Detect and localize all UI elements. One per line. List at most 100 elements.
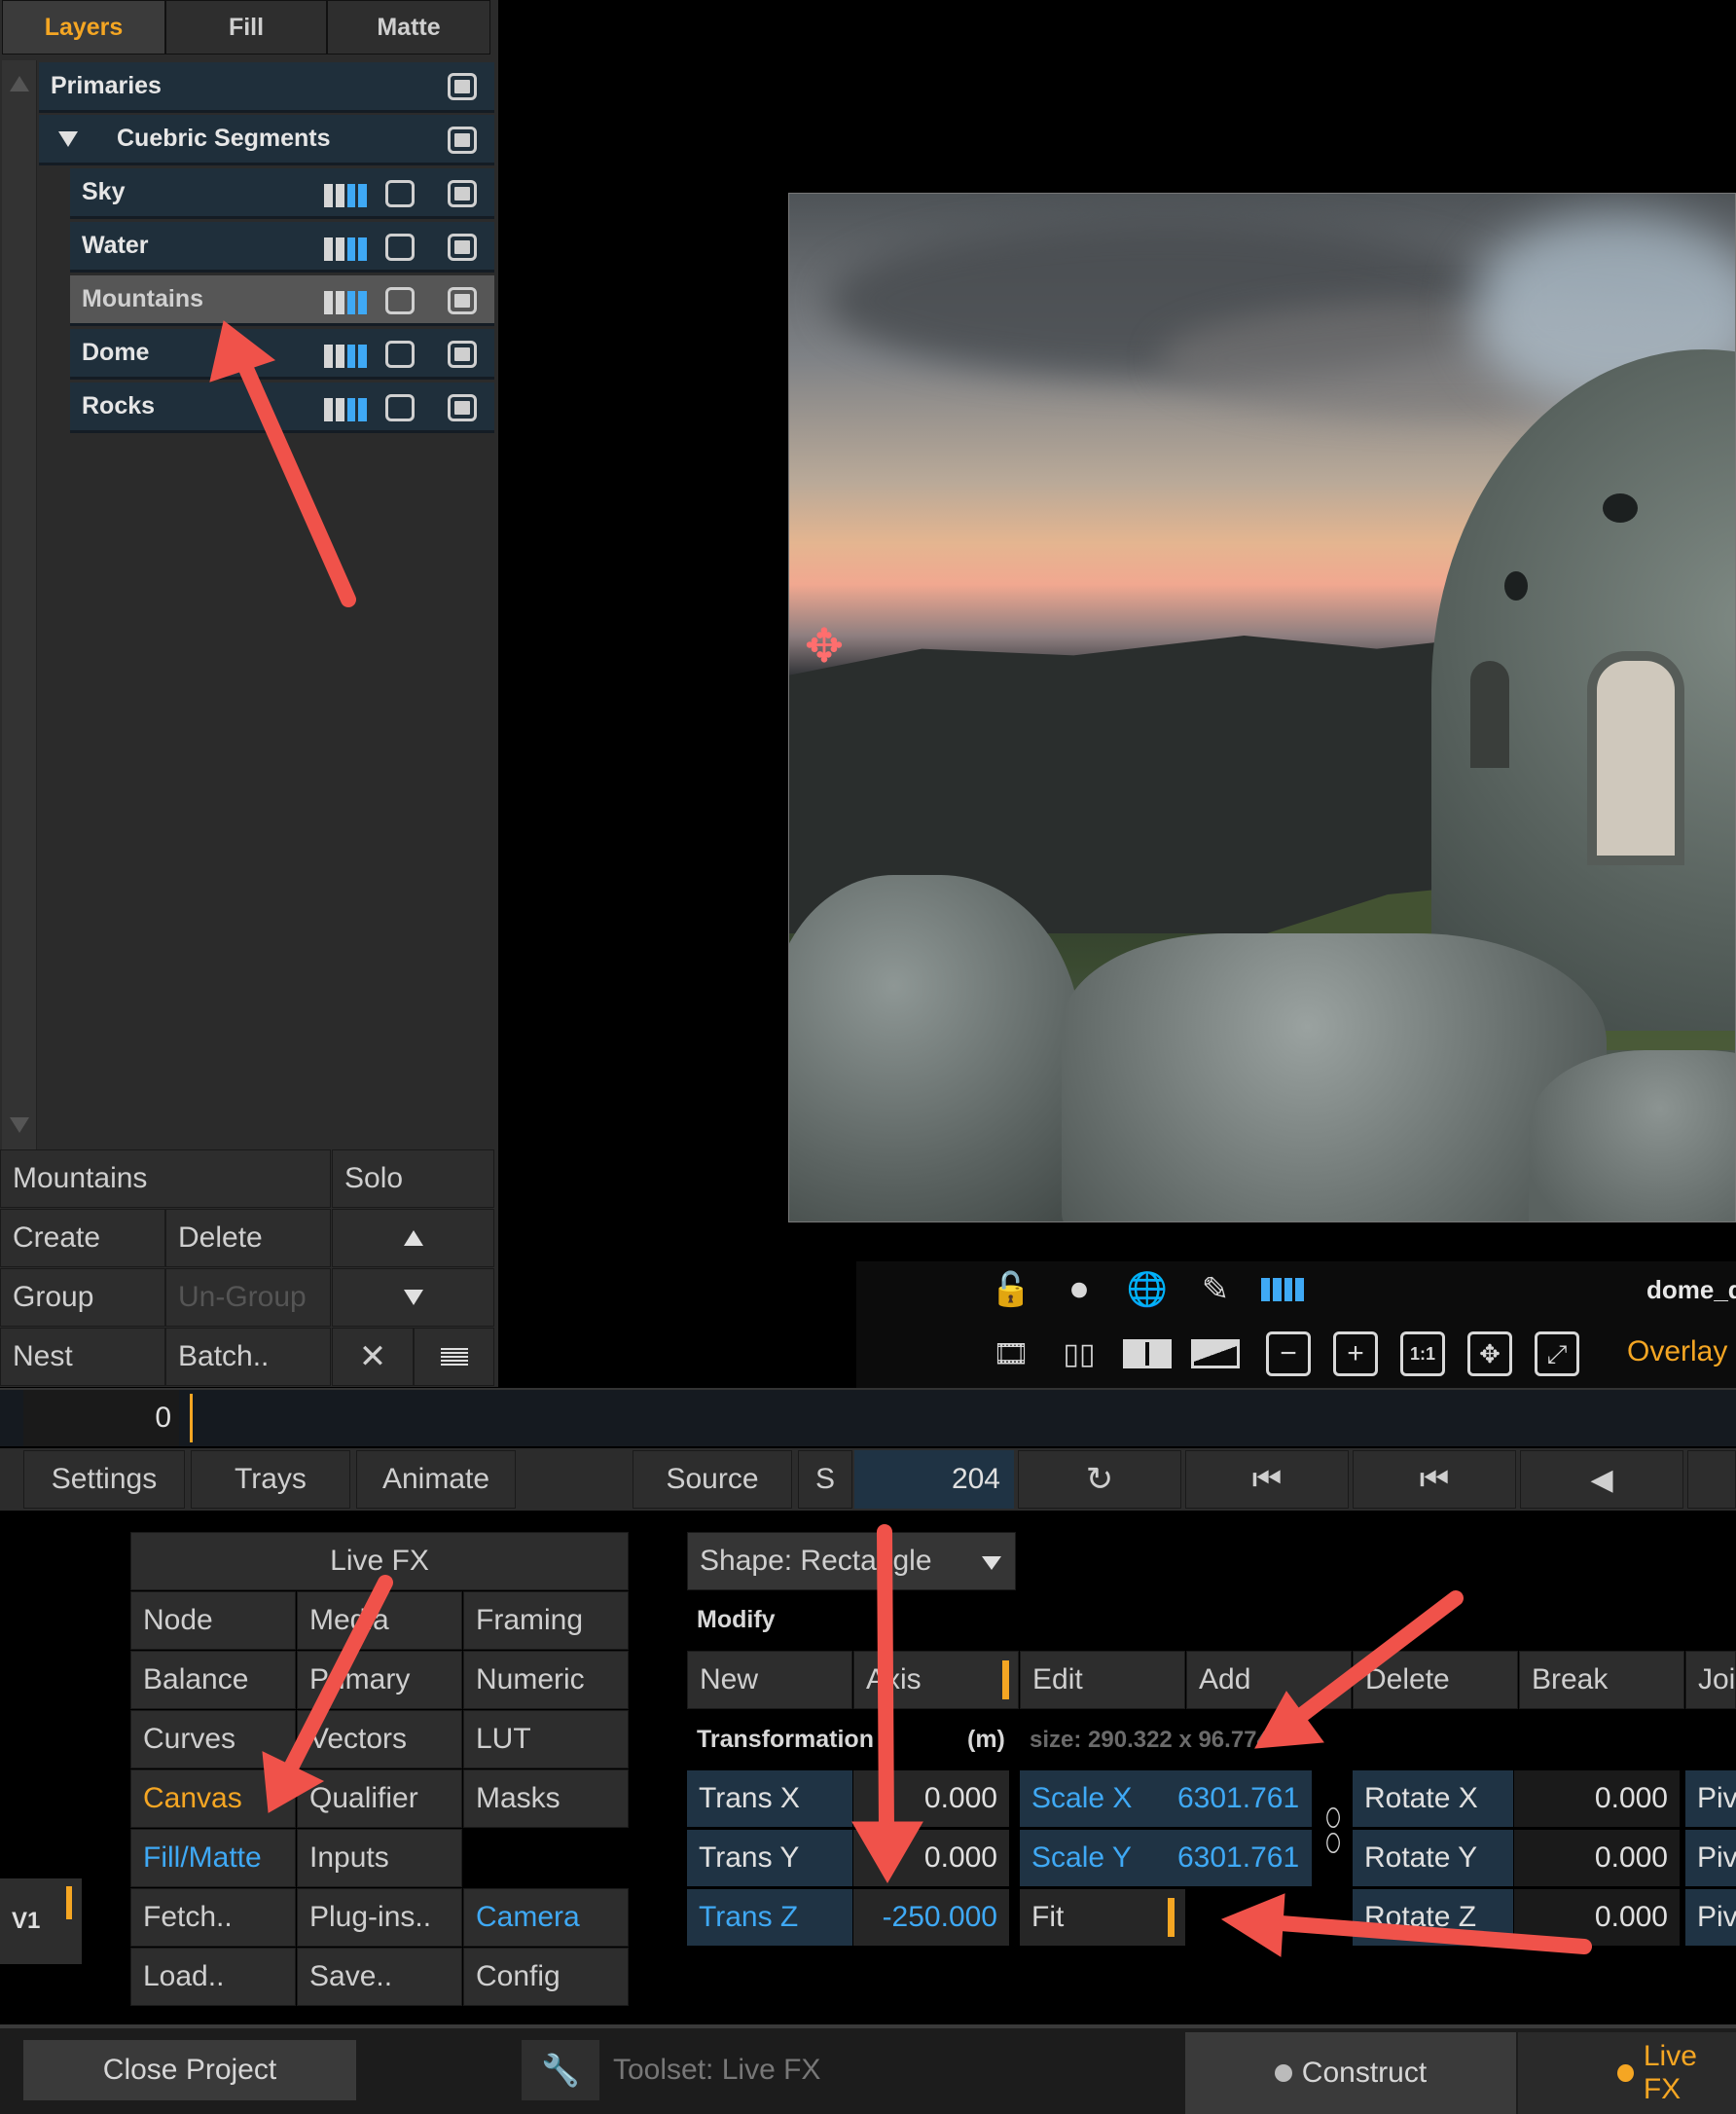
- dual-filmstrip-icon[interactable]: ▯▯: [1055, 1330, 1103, 1378]
- fit-view-icon[interactable]: ✥: [1465, 1330, 1514, 1378]
- trans-y-field[interactable]: 0.000: [853, 1830, 1009, 1886]
- menu-save[interactable]: Save..: [297, 1948, 462, 2006]
- menu-lut[interactable]: LUT: [463, 1710, 629, 1768]
- trans-x-field[interactable]: 0.000: [853, 1770, 1009, 1827]
- scale-y-field[interactable]: 6301.761: [1175, 1830, 1312, 1886]
- move-cursor-icon[interactable]: ✥: [799, 622, 850, 673]
- batch-button[interactable]: Batch..: [165, 1328, 331, 1386]
- menu-media[interactable]: Media: [297, 1591, 462, 1650]
- go-to-start-button[interactable]: ⏮: [1185, 1450, 1349, 1509]
- menu-framing[interactable]: Framing: [463, 1591, 629, 1650]
- matte-toggle[interactable]: [385, 234, 415, 261]
- layer-visibility-toggle[interactable]: [448, 234, 477, 261]
- menu-vectors[interactable]: Vectors: [297, 1710, 462, 1768]
- fit-button[interactable]: Fit: [1020, 1889, 1185, 1946]
- menu-qualifier[interactable]: Qualifier: [297, 1769, 462, 1828]
- shape-new-button[interactable]: New: [687, 1651, 852, 1709]
- play-reverse-button[interactable]: ◀: [1520, 1450, 1683, 1509]
- ungroup-button[interactable]: Un-Group: [165, 1268, 331, 1327]
- layer-dome[interactable]: Dome: [70, 329, 494, 380]
- menu-camera[interactable]: Camera: [463, 1888, 629, 1947]
- filmstrip-icon[interactable]: 🎞: [987, 1330, 1035, 1378]
- close-project-button[interactable]: Close Project: [23, 2040, 356, 2100]
- menu-node[interactable]: Node: [130, 1591, 296, 1650]
- layer-visibility-toggle[interactable]: [448, 341, 477, 368]
- prev-frame-button[interactable]: ⏮: [1353, 1450, 1516, 1509]
- globe-icon[interactable]: 🌐: [1123, 1265, 1172, 1314]
- layer-visibility-toggle[interactable]: [448, 180, 477, 207]
- tab-fill[interactable]: Fill: [165, 0, 327, 55]
- channel-bars-icon[interactable]: [324, 345, 367, 368]
- channel-bars-icon[interactable]: [324, 291, 367, 314]
- shape-dropdown[interactable]: Shape: Rectangle: [687, 1532, 1016, 1590]
- channel-bars-icon[interactable]: [324, 184, 367, 207]
- layer-mountains[interactable]: Mountains: [70, 275, 494, 326]
- rotate-y-field[interactable]: 0.000: [1514, 1830, 1680, 1886]
- layer-visibility-toggle[interactable]: [448, 287, 477, 314]
- shape-add-button[interactable]: Add: [1186, 1651, 1352, 1709]
- menu-curves[interactable]: Curves: [130, 1710, 296, 1768]
- shape-axis-button[interactable]: Axis: [853, 1651, 1019, 1709]
- animate-button[interactable]: Animate: [356, 1450, 516, 1509]
- trans-z-field[interactable]: -250.000: [853, 1889, 1009, 1946]
- menu-plugins[interactable]: Plug-ins..: [297, 1888, 462, 1947]
- menu-primary[interactable]: Primary: [297, 1651, 462, 1709]
- overlay-button[interactable]: Overlay: [1627, 1335, 1727, 1368]
- tab-layers[interactable]: Layers: [2, 0, 165, 55]
- construct-tab[interactable]: Construct: [1185, 2032, 1516, 2114]
- layer-visibility-toggle[interactable]: [448, 127, 477, 154]
- s-button[interactable]: S: [798, 1450, 852, 1509]
- layer-visibility-toggle[interactable]: [448, 73, 477, 100]
- list-menu-button[interactable]: [414, 1328, 494, 1386]
- settings-button[interactable]: Settings: [23, 1450, 185, 1509]
- rotate-x-field[interactable]: 0.000: [1514, 1770, 1680, 1827]
- transport-more[interactable]: [1687, 1450, 1736, 1509]
- loop-button[interactable]: ↻: [1018, 1450, 1181, 1509]
- menu-balance[interactable]: Balance: [130, 1651, 296, 1709]
- menu-fill-matte[interactable]: Fill/Matte: [130, 1829, 296, 1887]
- fullscreen-icon[interactable]: ⤢: [1533, 1330, 1581, 1378]
- zoom-out-icon[interactable]: −: [1264, 1330, 1313, 1378]
- layer-group-cuebric[interactable]: Cuebric Segments: [39, 115, 494, 165]
- scroll-down-icon[interactable]: [10, 1117, 29, 1133]
- channel-bars-icon[interactable]: [324, 237, 367, 261]
- layer-visibility-toggle[interactable]: [448, 394, 477, 421]
- layer-water[interactable]: Water: [70, 222, 494, 273]
- tab-matte[interactable]: Matte: [327, 0, 490, 55]
- livefx-tab[interactable]: Live FX: [1518, 2032, 1736, 2114]
- frame-counter[interactable]: 0: [23, 1390, 179, 1446]
- zoom-in-icon[interactable]: +: [1331, 1330, 1380, 1378]
- group-button[interactable]: Group: [0, 1268, 165, 1327]
- move-down-button[interactable]: [332, 1268, 494, 1327]
- menu-load[interactable]: Load..: [130, 1948, 296, 2006]
- rotate-z-field[interactable]: 0.000: [1514, 1889, 1680, 1946]
- frame-count-field[interactable]: 204: [854, 1450, 1014, 1509]
- menu-numeric[interactable]: Numeric: [463, 1651, 629, 1709]
- zoom-1to1-icon[interactable]: 1:1: [1398, 1330, 1447, 1378]
- scroll-up-icon[interactable]: [10, 76, 29, 91]
- menu-config[interactable]: Config: [463, 1948, 629, 2006]
- channel-bars-icon[interactable]: [1261, 1278, 1304, 1301]
- matte-toggle[interactable]: [385, 341, 415, 368]
- solo-button[interactable]: Solo: [332, 1149, 494, 1208]
- source-button[interactable]: Source: [633, 1450, 792, 1509]
- record-play-icon[interactable]: ⏺: [1055, 1265, 1103, 1314]
- wipe-view-icon[interactable]: [1191, 1330, 1240, 1378]
- move-up-button[interactable]: [332, 1209, 494, 1267]
- scale-x-field[interactable]: 6301.761: [1175, 1770, 1312, 1827]
- layer-sky[interactable]: Sky: [70, 168, 494, 219]
- link-chain-icon[interactable]: ⬯ ⬯: [1323, 1803, 1343, 1857]
- shape-edit-button[interactable]: Edit: [1020, 1651, 1185, 1709]
- nest-button[interactable]: Nest: [0, 1328, 165, 1386]
- playhead[interactable]: [190, 1394, 193, 1442]
- trays-button[interactable]: Trays: [191, 1450, 350, 1509]
- wrench-icon[interactable]: 🔧: [522, 2040, 599, 2100]
- split-view-icon[interactable]: [1123, 1330, 1172, 1378]
- viewer-image[interactable]: ✥: [788, 193, 1736, 1222]
- shape-join-button[interactable]: Join: [1685, 1651, 1736, 1709]
- layer-name-field[interactable]: Mountains: [0, 1149, 331, 1208]
- menu-canvas[interactable]: Canvas: [130, 1769, 296, 1828]
- delete-layer-button[interactable]: Delete: [165, 1209, 331, 1267]
- matte-toggle[interactable]: [385, 287, 415, 314]
- channel-bars-icon[interactable]: [324, 398, 367, 421]
